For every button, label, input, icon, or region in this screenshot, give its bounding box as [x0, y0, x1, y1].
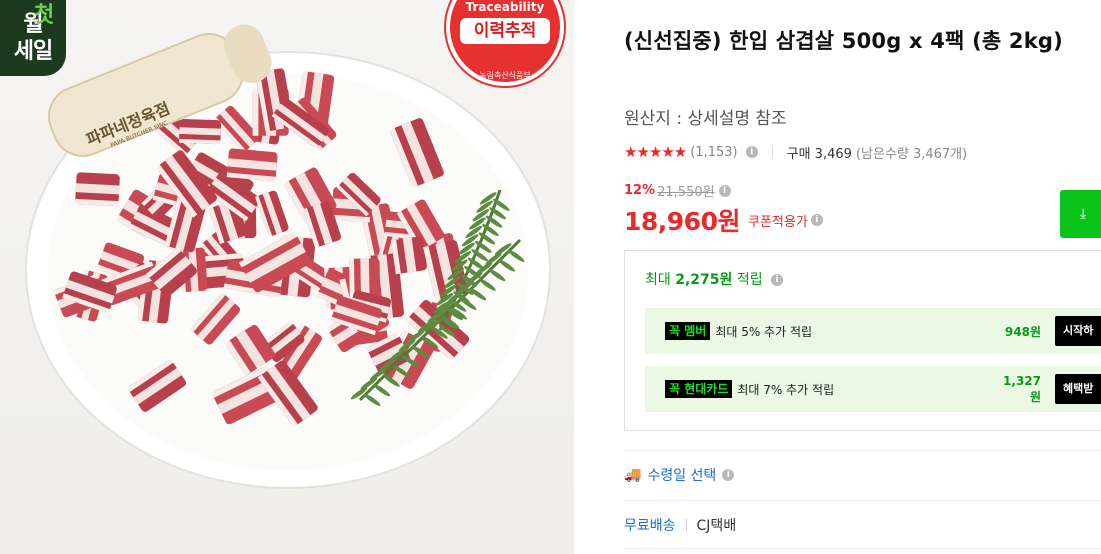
price-row: 18,960원 쿠폰적용가 i [624, 202, 823, 238]
product-title: (신선집중) 한입 삼겹살 500g x 4팩 (총 2kg) [624, 29, 1063, 53]
member-start-button[interactable]: 시작하 [1055, 316, 1101, 346]
carrier-name: CJ택배 [696, 518, 737, 534]
benefit-amount: 948원 [1004, 324, 1041, 339]
monthly-sale-badge: 월 첫 세일 [0, 0, 66, 76]
shipping-row: 무료배송 CJ택배 [624, 515, 736, 535]
coupon-info-icon[interactable]: i [810, 214, 823, 226]
rating-row: ★★★★★ (1,153) i 구매 3,469 (남은수량 3,467개) [624, 141, 967, 163]
star-rating-icon: ★★★★★ [624, 143, 687, 161]
truck-icon: 🚚 [624, 467, 642, 483]
sale-badge-line-2: 첫 [34, 3, 54, 28]
traceability-badge: Traceability 이력추적 농림축산식품부 [444, 0, 566, 90]
traceability-ministry: 농림축산식품부 [479, 71, 531, 80]
benefit-member: 꼭 멤버 최대 5% 추가 적립 948원 시작하 [645, 308, 1101, 354]
product-origin: 원산지 : 상세설명 참조 [624, 109, 787, 129]
coupon-download-button[interactable]: ⤓ [1060, 190, 1101, 238]
member-tag: 꼭 멤버 [665, 322, 711, 340]
divider [624, 548, 1101, 549]
price-info-icon[interactable]: i [718, 184, 731, 197]
shipping-divider [685, 519, 687, 531]
points-amount: 2,275원 [675, 272, 733, 288]
benefit-amount: 1,327원 [1003, 373, 1041, 404]
download-icon: ⤓ [1080, 206, 1087, 222]
review-info-icon[interactable]: i [745, 146, 758, 158]
divider [624, 500, 1101, 501]
free-shipping-label: 무료배송 [624, 518, 676, 534]
product-image[interactable]: 월 첫 세일 Traceability 이력추적 농림축산식품부 파파네정육점 … [0, 0, 574, 554]
delivery-info-icon[interactable]: i [722, 469, 735, 481]
sale-badge-line-3: 세일 [13, 39, 53, 64]
benefit-desc: 최대 7% 추가 적립 [737, 382, 835, 397]
traceability-ko: 이력추적 [460, 18, 550, 44]
benefit-card: 꼭 현대카드 최대 7% 추가 적립 1,327원 혜택받 [645, 366, 1101, 412]
points-box: 최대 2,275원 적립 i 꼭 멤버 최대 5% 추가 적립 948원 시작하… [624, 250, 1101, 431]
discount-rate: 12% [624, 183, 656, 198]
review-count-link[interactable]: (1,153) [690, 145, 737, 160]
coupon-price-label: 쿠폰적용가 [747, 214, 808, 230]
points-suffix: 적립 [732, 272, 763, 288]
divider [624, 450, 1101, 451]
card-benefit-button[interactable]: 혜택받 [1055, 374, 1101, 404]
delivery-date-selector[interactable]: 🚚 수령일 선택 i [624, 465, 735, 485]
discount-row: 12% 21,550원 i [624, 181, 731, 200]
original-price: 21,550원 [657, 185, 715, 200]
remaining-stock: (남은수량 3,467개) [855, 146, 968, 162]
points-prefix: 최대 [645, 272, 676, 288]
sale-price: 18,960원 [624, 207, 740, 236]
points-info-icon[interactable]: i [771, 274, 784, 286]
points-header: 최대 2,275원 적립 i [645, 269, 784, 289]
product-info-panel: (신선집중) 한입 삼겹살 500g x 4팩 (총 2kg) 원산지 : 상세… [624, 0, 1101, 554]
traceability-en: Traceability [465, 0, 545, 14]
rating-divider [771, 146, 773, 158]
sold-count: 구매 3,469 [786, 146, 852, 162]
delivery-date-label[interactable]: 수령일 선택 [647, 465, 716, 485]
card-tag: 꼭 현대카드 [665, 380, 733, 398]
benefit-desc: 최대 5% 추가 적립 [715, 324, 813, 339]
